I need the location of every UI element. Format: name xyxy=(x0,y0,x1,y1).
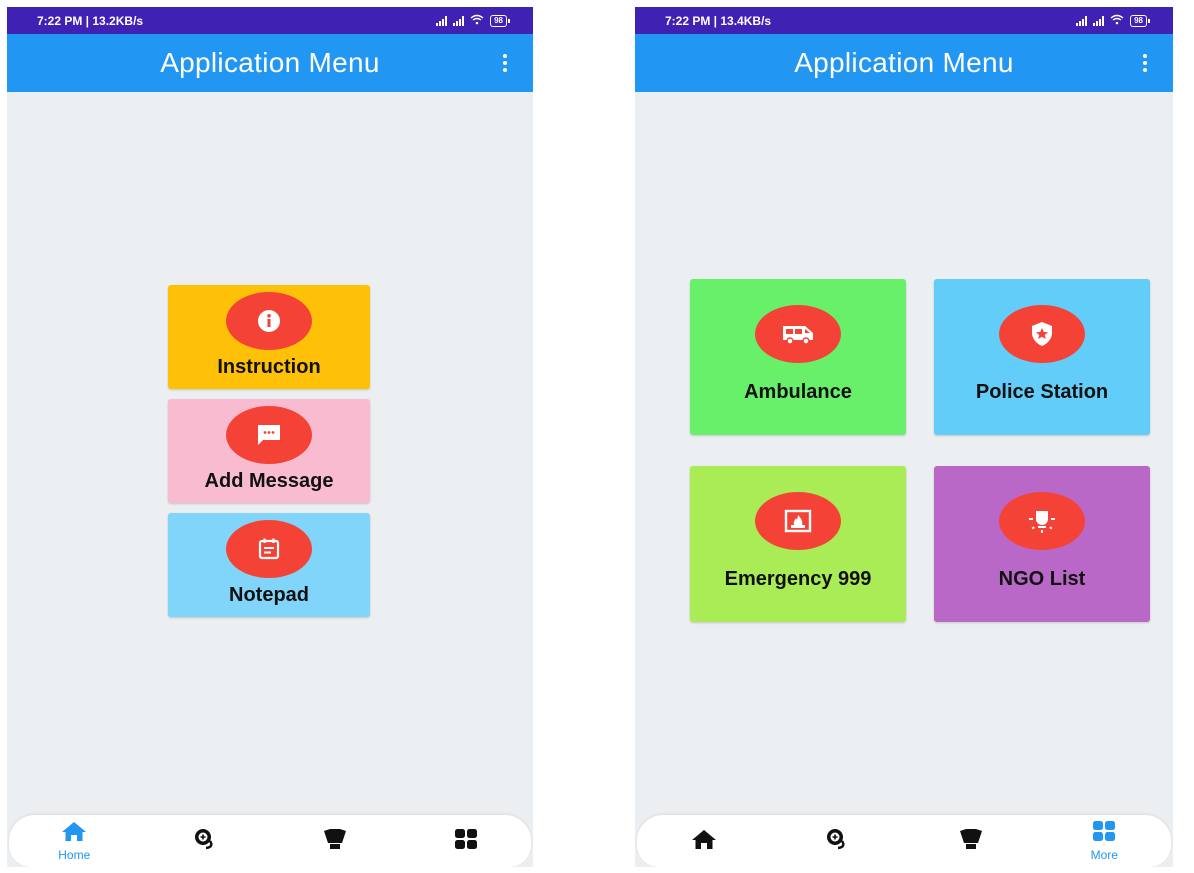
wifi-icon xyxy=(1110,14,1124,28)
tile-label: Notepad xyxy=(229,584,309,606)
wifi-icon xyxy=(470,14,484,28)
grid-icon xyxy=(1092,820,1116,847)
status-bar: 7:22 PM | 13.4KB/s 98 xyxy=(635,7,1173,34)
nav-more[interactable]: More xyxy=(1059,815,1149,867)
map-pin-icon xyxy=(192,827,218,856)
lamp-icon xyxy=(958,827,984,856)
app-bar-title: Application Menu xyxy=(794,47,1014,78)
notepad-icon xyxy=(226,520,312,578)
nav-more[interactable] xyxy=(421,815,511,867)
more-vert-icon[interactable] xyxy=(1143,54,1147,72)
ngo-list-tile[interactable]: NGO List xyxy=(934,466,1150,622)
lightbulb-icon xyxy=(999,492,1085,550)
nav-map[interactable] xyxy=(792,815,882,867)
tile-label: Instruction xyxy=(217,356,321,378)
lamp-icon xyxy=(322,827,348,856)
ambulance-icon xyxy=(755,305,841,363)
nav-home[interactable]: Home xyxy=(29,815,119,867)
nav-label: More xyxy=(1090,848,1118,862)
nav-home[interactable] xyxy=(659,815,749,867)
app-bar-title: Application Menu xyxy=(160,47,380,78)
battery-icon: 98 xyxy=(1130,14,1150,27)
message-icon xyxy=(226,406,312,464)
police-shield-icon xyxy=(999,305,1085,363)
bottom-navigation: Home xyxy=(9,815,531,867)
tile-label: Emergency 999 xyxy=(724,568,872,590)
right-screen: 7:22 PM | 13.4KB/s 98 Application Menu A… xyxy=(635,7,1173,867)
nav-label: Home xyxy=(58,848,91,862)
grid-icon xyxy=(454,828,478,855)
status-icons: 98 xyxy=(1076,14,1150,28)
instruction-tile[interactable]: Instruction xyxy=(168,285,370,389)
add-message-tile[interactable]: Add Message xyxy=(168,399,370,503)
nav-lamp[interactable] xyxy=(290,815,380,867)
home-icon xyxy=(61,820,87,847)
notepad-tile[interactable]: Notepad xyxy=(168,513,370,617)
signal-icon xyxy=(436,15,448,26)
nav-map[interactable] xyxy=(160,815,250,867)
left-screen: 7:22 PM | 13.2KB/s 98 Application Menu I… xyxy=(7,7,533,867)
nav-lamp[interactable] xyxy=(926,815,1016,867)
status-time: 7:22 PM | 13.2KB/s xyxy=(37,13,144,28)
tile-label: Ambulance xyxy=(744,381,852,403)
info-icon xyxy=(226,292,312,350)
signal-icon xyxy=(1093,15,1105,26)
bottom-navigation: More xyxy=(637,815,1171,867)
status-time: 7:22 PM | 13.4KB/s xyxy=(665,13,772,28)
police-station-tile[interactable]: Police Station xyxy=(934,279,1150,435)
tile-label: Add Message xyxy=(204,470,334,492)
tile-label: Police Station xyxy=(975,381,1109,403)
app-bar: Application Menu xyxy=(635,34,1173,92)
home-icon xyxy=(691,828,717,855)
status-icons: 98 xyxy=(436,14,510,28)
signal-icon xyxy=(1076,15,1088,26)
signal-icon xyxy=(453,15,465,26)
battery-icon: 98 xyxy=(490,14,510,27)
map-pin-icon xyxy=(824,827,850,856)
tile-label: NGO List xyxy=(998,568,1086,590)
more-vert-icon[interactable] xyxy=(503,54,507,72)
fire-icon xyxy=(755,492,841,550)
emergency-999-tile[interactable]: Emergency 999 xyxy=(690,466,906,622)
ambulance-tile[interactable]: Ambulance xyxy=(690,279,906,435)
app-bar: Application Menu xyxy=(7,34,533,92)
status-bar: 7:22 PM | 13.2KB/s 98 xyxy=(7,7,533,34)
